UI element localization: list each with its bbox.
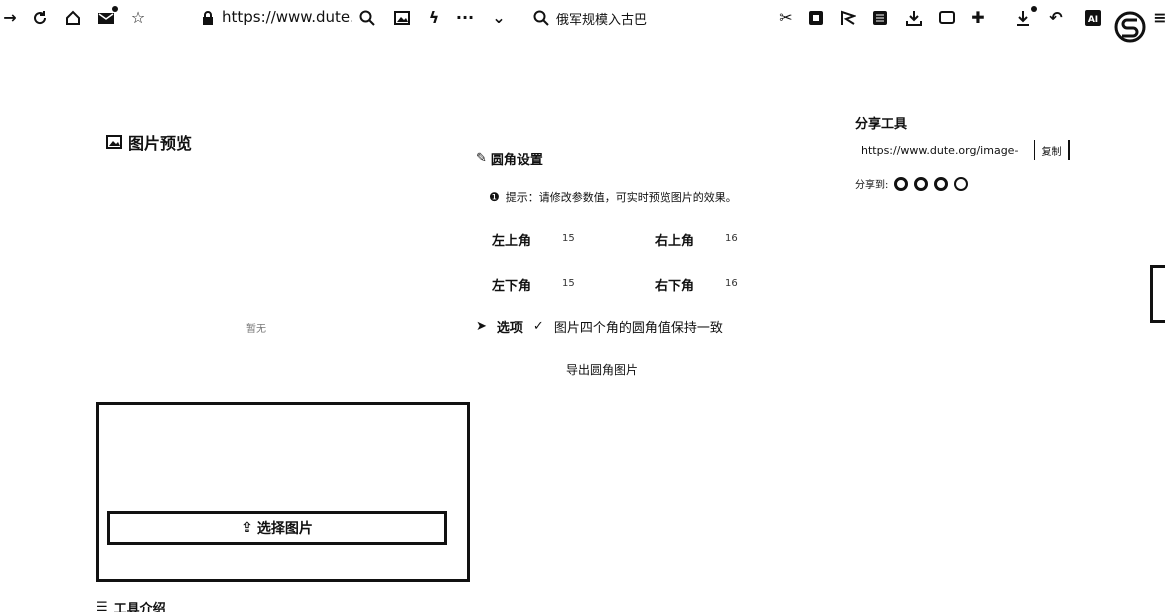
info-icon: ❶ bbox=[489, 190, 500, 204]
share-to-label: 分享到: bbox=[855, 180, 889, 191]
menu-icon[interactable]: ≡ bbox=[1150, 8, 1165, 28]
radius-tip: ❶ 提示：请修改参数值，可实时预览图片的效果。 bbox=[489, 189, 737, 205]
same-radius-checkbox-label[interactable]: 图片四个角的圆角值保持一致 bbox=[554, 317, 723, 336]
radius-settings-title: ✎ 圆角设置 bbox=[476, 149, 543, 168]
scissors-icon[interactable]: ✂ bbox=[776, 8, 796, 28]
choose-image-label: 选择图片 bbox=[256, 521, 313, 537]
forward-icon[interactable]: → bbox=[0, 8, 20, 28]
preview-title-text: 图片预览 bbox=[128, 134, 193, 153]
share-tools-title: 分享工具 bbox=[855, 117, 908, 132]
home-icon[interactable] bbox=[63, 8, 83, 28]
screen-icon[interactable] bbox=[937, 8, 957, 28]
favorites-icon[interactable]: ☆ bbox=[128, 8, 148, 28]
corner-input-top-left[interactable]: 15 bbox=[562, 233, 575, 244]
preview-empty-text: 暂无 bbox=[246, 324, 266, 335]
corner-input-bottom-right[interactable]: 16 bbox=[725, 278, 738, 289]
share-weibo-icon[interactable] bbox=[894, 176, 909, 191]
flag-icon[interactable] bbox=[838, 8, 858, 28]
image-icon[interactable] bbox=[392, 8, 412, 28]
image-icon bbox=[106, 135, 122, 149]
share-qq-icon[interactable] bbox=[914, 176, 929, 191]
page: → ☆ https://www.dute.c ϟ ··· ⌄ 俄军规模入古巴 ✂ bbox=[0, 0, 1165, 612]
ai-icon[interactable]: AI bbox=[1083, 8, 1103, 28]
upload-icon: ⇪ bbox=[241, 520, 253, 536]
checkbox-icon[interactable]: ✓ bbox=[533, 319, 544, 334]
download-icon[interactable] bbox=[1013, 8, 1033, 28]
browser-toolbar: → ☆ https://www.dute.c ϟ ··· ⌄ 俄军规模入古巴 ✂ bbox=[0, 0, 1165, 43]
share-to-row: 分享到: bbox=[855, 176, 969, 191]
tool-intro-heading: ☰ 工具介绍 bbox=[96, 598, 166, 612]
download-tray-icon[interactable] bbox=[904, 8, 924, 28]
notification-dot bbox=[112, 6, 118, 12]
radius-tip-text: 提示：请修改参数值，可实时预览图片的效果。 bbox=[505, 191, 737, 204]
options-label: 选项 bbox=[496, 321, 523, 336]
corner-label-top-left: 左上角 bbox=[492, 234, 532, 249]
preview-title: 图片预览 bbox=[106, 130, 192, 154]
corner-label-top-right: 右上角 bbox=[655, 234, 695, 249]
options-row: ➤ 选项 ✓ 图片四个角的圆角值保持一致 bbox=[476, 317, 723, 336]
radius-settings-text: 圆角设置 bbox=[490, 153, 543, 168]
reader-icon[interactable] bbox=[870, 8, 890, 28]
profile-icon[interactable] bbox=[1113, 10, 1147, 44]
zoom-icon[interactable] bbox=[357, 8, 377, 28]
address-bar-url[interactable]: https://www.dute.c bbox=[222, 8, 352, 26]
tool-intro-title: 工具介绍 bbox=[113, 602, 166, 612]
download-dot bbox=[1031, 6, 1037, 12]
share-wechat-icon[interactable] bbox=[934, 176, 949, 191]
upload-area[interactable] bbox=[96, 402, 470, 582]
cursor-icon: ➤ bbox=[476, 319, 487, 334]
svg-text:AI: AI bbox=[1088, 15, 1098, 25]
choose-image-button[interactable]: ⇪ 选择图片 bbox=[107, 511, 447, 545]
search-suggestion[interactable]: 俄军规模入古巴 bbox=[556, 9, 647, 28]
copy-button[interactable]: 复制 bbox=[1034, 140, 1070, 160]
share-qzone-icon[interactable] bbox=[954, 176, 969, 191]
refresh-icon[interactable] bbox=[30, 8, 50, 28]
corner-input-top-right[interactable]: 16 bbox=[725, 233, 738, 244]
corner-label-bottom-right: 右下角 bbox=[655, 279, 695, 294]
more-icon[interactable]: ··· bbox=[455, 8, 475, 28]
export-image-button[interactable]: 导出圆角图片 bbox=[566, 361, 638, 378]
lightning-icon[interactable]: ϟ bbox=[424, 8, 444, 28]
list-icon: ☰ bbox=[96, 600, 108, 612]
translate-icon[interactable] bbox=[806, 8, 826, 28]
corner-label-bottom-left: 左下角 bbox=[492, 279, 532, 294]
side-feedback-tab[interactable] bbox=[1150, 265, 1165, 323]
lock-icon[interactable] bbox=[198, 8, 218, 28]
share-url-input[interactable] bbox=[855, 140, 1025, 160]
chevron-down-icon[interactable]: ⌄ bbox=[489, 8, 509, 28]
extension-icon[interactable]: ✚ bbox=[968, 8, 988, 28]
search-icon[interactable] bbox=[531, 8, 551, 28]
edit-icon: ✎ bbox=[476, 151, 487, 166]
corner-input-bottom-left[interactable]: 15 bbox=[562, 278, 575, 289]
undo-icon[interactable]: ↶ bbox=[1046, 8, 1066, 28]
